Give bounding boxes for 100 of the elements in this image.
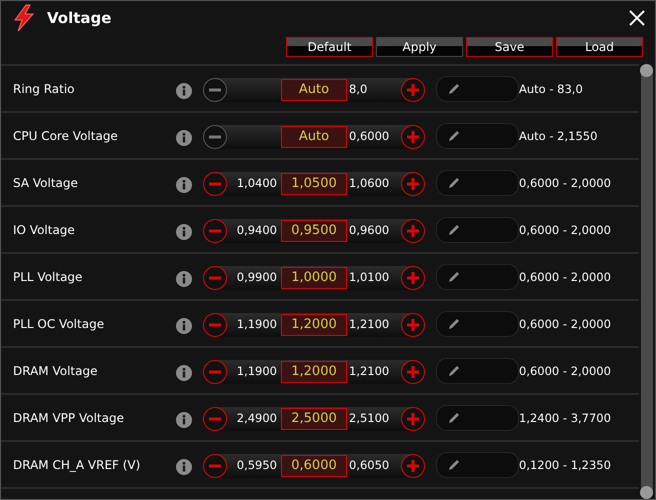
toolbar-button[interactable]: Load [556,37,643,57]
manual-input-field[interactable] [436,452,519,478]
manual-input-field[interactable] [436,404,519,430]
plus-icon [406,224,420,238]
current-value[interactable]: Auto [281,78,347,100]
lower-value: 1,1900 [236,364,278,379]
lower-value: 0,9900 [236,270,278,285]
lower-value: 1,0400 [236,176,278,191]
plus-button[interactable] [401,454,425,478]
value-stepper[interactable]: 0,9400 0,9500 0,9600 [203,218,425,242]
setting-label: PLL OC Voltage [13,316,106,330]
pencil-icon [447,176,461,190]
range-label: 0,6000 - 2,0000 [519,222,611,236]
minus-button[interactable] [203,218,227,242]
current-value[interactable]: 1,2000 [281,314,347,336]
setting-label: IO Voltage [13,222,76,236]
pencil-icon [447,364,461,378]
current-value[interactable]: 0,6000 [281,454,347,476]
minus-button[interactable] [203,172,227,196]
info-icon[interactable] [176,82,192,98]
minus-button[interactable] [203,406,227,430]
manual-input-field[interactable] [436,216,519,242]
upper-value: 8,0 [348,82,368,97]
plus-button[interactable] [401,406,425,430]
pencil-icon [447,316,461,330]
range-label: 0,6000 - 2,0000 [519,176,611,190]
value-stepper[interactable]: 0,9900 1,0000 1,0100 [203,266,425,290]
range-label: Auto - 2,1550 [519,128,598,142]
value-stepper[interactable]: 1,0400 1,0500 1,0600 [203,172,425,196]
current-value[interactable]: 1,0500 [281,172,347,194]
lightning-icon [11,4,37,32]
upper-value: 1,2100 [348,317,390,332]
setting-label: DRAM Voltage [13,364,98,378]
toolbar-button[interactable]: Apply [376,37,463,57]
plus-button[interactable] [401,360,425,384]
lower-value: 0,5950 [236,458,278,473]
close-icon[interactable] [629,10,645,26]
upper-value: 0,9600 [348,223,390,238]
upper-value: 0,6000 [348,129,390,144]
window-title: Voltage [47,9,112,27]
manual-input-field[interactable] [436,264,519,290]
range-label: 0,6000 - 2,0000 [519,316,611,330]
current-value[interactable]: Auto [281,126,347,148]
info-icon[interactable] [176,130,192,146]
toolbar-button[interactable]: Default [286,37,373,57]
minus-button[interactable] [203,360,227,384]
plus-icon [406,458,420,472]
setting-label: DRAM CH_A VREF (V) [13,458,142,472]
manual-input-field[interactable] [436,76,519,102]
plus-button[interactable] [401,124,425,148]
current-value[interactable]: 0,9500 [281,220,347,242]
upper-value: 2,5100 [348,411,390,426]
minus-button[interactable] [203,266,227,290]
lower-value: 0,9400 [236,223,278,238]
setting-label: CPU Core Voltage [13,128,119,142]
value-stepper[interactable]: Auto 0,6000 [203,124,425,148]
info-icon[interactable] [176,224,192,240]
setting-label: PLL Voltage [13,270,84,284]
setting-label: SA Voltage [13,176,79,190]
info-icon[interactable] [176,458,192,474]
upper-value: 1,0600 [348,176,390,191]
current-value[interactable]: 1,2000 [281,360,347,382]
scrollbar[interactable] [641,64,653,499]
current-value[interactable]: 2,5000 [281,408,347,430]
info-icon[interactable] [176,270,192,286]
upper-value: 1,0100 [348,270,390,285]
plus-button[interactable] [401,266,425,290]
manual-input-field[interactable] [436,170,519,196]
range-label: Auto - 83,0 [519,82,583,96]
info-icon[interactable] [176,364,192,380]
pencil-icon [447,128,461,142]
plus-button[interactable] [401,218,425,242]
info-icon[interactable] [176,318,192,334]
info-icon[interactable] [176,412,192,428]
value-stepper[interactable]: 1,1900 1,2000 1,2100 [203,312,425,336]
minus-button[interactable] [203,454,227,478]
pencil-icon [447,410,461,424]
plus-button[interactable] [401,78,425,102]
value-stepper[interactable]: 0,5950 0,6000 0,6050 [203,454,425,478]
plus-button[interactable] [401,172,425,196]
minus-button[interactable] [203,124,227,148]
range-label: 0,1200 - 1,2350 [519,458,611,472]
value-stepper[interactable]: 1,1900 1,2000 1,2100 [203,360,425,384]
minus-button[interactable] [203,312,227,336]
plus-button[interactable] [401,312,425,336]
lower-value: 1,1900 [236,317,278,332]
manual-input-field[interactable] [436,310,519,336]
pencil-icon [447,458,461,472]
minus-button[interactable] [203,78,227,102]
info-icon[interactable] [176,176,192,192]
plus-icon [406,176,420,190]
setting-label: Ring Ratio [13,82,76,96]
lower-value: 2,4900 [236,411,278,426]
toolbar-button[interactable]: Save [466,37,553,57]
value-stepper[interactable]: 2,4900 2,5000 2,5100 [203,406,425,430]
manual-input-field[interactable] [436,122,519,148]
value-stepper[interactable]: Auto 8,0 [203,78,425,102]
manual-input-field[interactable] [436,358,519,384]
pencil-icon [447,270,461,284]
current-value[interactable]: 1,0000 [281,266,347,288]
